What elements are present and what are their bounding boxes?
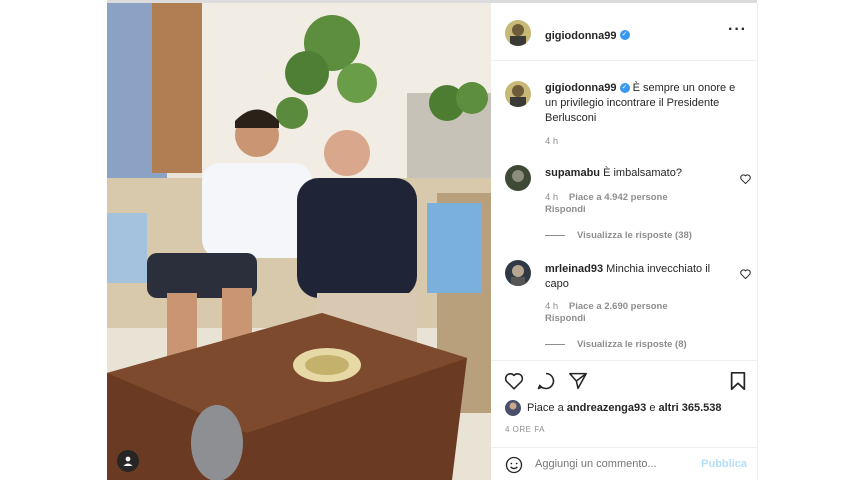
send-icon[interactable] (568, 372, 588, 395)
comment-text: mrleinad93 Minchia invecchiato il capo (545, 262, 725, 292)
divider-line (545, 343, 565, 345)
reply-button[interactable]: Rispondi (545, 313, 586, 324)
comment-time[interactable]: 4 h (545, 192, 558, 203)
likes-conjunction: e (649, 402, 656, 414)
comment-likes[interactable]: Piace a 4.942 persone (569, 192, 668, 203)
user-tag-icon[interactable] (117, 450, 139, 472)
comment-likes[interactable]: Piace a 2.690 persone (569, 301, 668, 312)
comment-text: supamabu È imbalsamato? (545, 166, 735, 181)
view-replies-button[interactable]: Visualizza le risposte (38) (545, 230, 692, 241)
view-replies-label: Visualizza le risposte (8) (577, 339, 687, 350)
comment-time[interactable]: 4 h (545, 301, 558, 312)
verified-badge-icon: ✓ (619, 29, 630, 40)
author-username[interactable]: gigiodonna99 (545, 30, 617, 42)
add-comment-bar: Pubblica (491, 447, 757, 482)
caption-username[interactable]: gigiodonna99 (545, 82, 617, 94)
post-panel: gigiodonna99 ✓ ··· gigiodonna99 ✓ È sempre… (491, 3, 758, 480)
view-replies-button[interactable]: Visualizza le risposte (8) (545, 339, 687, 350)
caption-time[interactable]: 4 h (545, 136, 558, 147)
liker-avatar (505, 400, 521, 416)
comment-like-icon[interactable] (740, 266, 751, 284)
post-timestamp[interactable]: 4 ORE FA (505, 425, 545, 434)
post-photo[interactable] (107, 3, 491, 480)
bookmark-icon[interactable] (729, 371, 747, 396)
comment-like-icon[interactable] (740, 171, 751, 189)
comment-icon[interactable] (536, 371, 556, 396)
verified-badge-icon: ✓ (619, 83, 630, 94)
caption-text: gigiodonna99 ✓ È sempre un onore e un pri… (545, 81, 750, 126)
photo-illustration (107, 3, 491, 480)
liker-username[interactable]: andreazenga93 (567, 402, 646, 414)
heart-icon[interactable] (504, 372, 524, 395)
view-replies-label: Visualizza le risposte (38) (577, 230, 692, 241)
comment-username[interactable]: mrleinad93 (545, 263, 603, 275)
comment-meta: 4 h Piace a 2.690 persone (545, 301, 668, 312)
post-header: gigiodonna99 ✓ ··· (491, 3, 757, 61)
likes-prefix: Piace a (527, 402, 564, 414)
more-options-icon[interactable]: ··· (728, 21, 747, 39)
post-actions: Piace a andreazenga93 e altri 365.538 4 … (491, 360, 757, 481)
emoji-icon[interactable] (505, 456, 523, 479)
comment-avatar[interactable] (505, 260, 531, 286)
divider-line (545, 234, 565, 236)
reply-button[interactable]: Rispondi (545, 204, 586, 215)
likes-summary[interactable]: Piace a andreazenga93 e altri 365.538 (505, 400, 722, 416)
comment-input[interactable] (535, 458, 685, 470)
caption-avatar[interactable] (505, 81, 531, 107)
author-avatar[interactable] (505, 20, 531, 46)
header-author: gigiodonna99 ✓ (545, 26, 630, 44)
likes-others[interactable]: altri 365.538 (659, 402, 722, 414)
comment-avatar[interactable] (505, 165, 531, 191)
comment-meta: 4 h Piace a 4.942 persone (545, 192, 668, 203)
comment-body: È imbalsamato? (603, 167, 682, 179)
publish-button[interactable]: Pubblica (701, 458, 747, 470)
comment-username[interactable]: supamabu (545, 167, 600, 179)
